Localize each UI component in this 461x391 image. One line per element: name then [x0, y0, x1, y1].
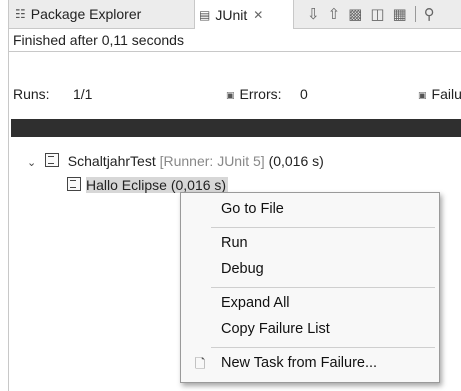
chevron-down-icon[interactable]: ⌄	[27, 152, 41, 174]
root-runner: [Runner: JUnit 5]	[159, 153, 265, 169]
menu-separator	[211, 227, 435, 228]
divider	[9, 51, 461, 52]
view-toolbar: ⇩ ⇧ ▩ ◫ ▦ ⚲	[307, 0, 435, 28]
failures-label: Failu	[431, 86, 461, 102]
child-name: Hallo Eclipse (0,016 s)	[86, 177, 229, 193]
progress-bar	[11, 119, 461, 137]
menu-item-expand-all[interactable]: Expand All	[221, 295, 290, 311]
junit-icon: ▤	[199, 7, 211, 22]
next-failure-icon[interactable]: ⇩	[307, 5, 320, 23]
tab-junit-label: JUnit	[215, 6, 248, 23]
context-menu: Go to File Run Debug Expand All Copy Fai…	[180, 192, 440, 383]
junit-view: ☷ Package Explorer ▤ JUnit ✕ ⇩ ⇧ ▩ ◫ ▦ ⚲…	[8, 0, 461, 391]
tree-item-root[interactable]: ⌄ SchaltjahrTest [Runner: JUnit 5] (0,01…	[27, 150, 324, 172]
menu-item-run[interactable]: Run	[221, 235, 248, 251]
failures-icon: ▣	[418, 90, 427, 101]
menu-item-copy-failure-list[interactable]: Copy Failure List	[221, 321, 330, 337]
tab-package-explorer[interactable]: ☷ Package Explorer	[15, 0, 141, 28]
menu-item-new-task-from-failure[interactable]: New Task from Failure...	[221, 355, 377, 371]
menu-separator	[211, 287, 435, 288]
runs-label: Runs:	[13, 86, 50, 102]
history-icon[interactable]: ◫	[370, 5, 384, 23]
menu-item-debug[interactable]: Debug	[221, 261, 264, 277]
counters-panel: Runs: 1/1 ▣ Errors: 0 ▣ Failu	[13, 84, 461, 104]
errors-value: 0	[300, 86, 308, 102]
tab-package-explorer-label: Package Explorer	[30, 6, 142, 22]
runs-value: 1/1	[73, 86, 93, 102]
close-icon[interactable]: ✕	[253, 8, 263, 22]
toolbar-separator	[414, 6, 416, 22]
tab-junit[interactable]: ▤ JUnit ✕	[194, 0, 294, 29]
menu-separator	[211, 347, 435, 348]
root-name: SchaltjahrTest	[67, 153, 156, 169]
test-case-icon	[67, 177, 81, 191]
errors-label: Errors:	[239, 86, 282, 102]
previous-failure-icon[interactable]: ⇧	[328, 5, 341, 23]
layout-icon[interactable]: ▦	[393, 5, 407, 23]
root-time: (0,016 s)	[268, 153, 324, 169]
relaunch-icon[interactable]: ▩	[348, 5, 362, 23]
new-task-icon: 🗋	[195, 356, 206, 371]
search-icon[interactable]: ⚲	[424, 5, 435, 23]
status-text: Finished after 0,11 seconds	[13, 32, 184, 48]
package-explorer-icon: ☷	[15, 7, 26, 21]
tab-bar: ☷ Package Explorer ▤ JUnit ✕ ⇩ ⇧ ▩ ◫ ▦ ⚲	[9, 0, 461, 29]
errors-group: ▣ Errors:	[226, 84, 282, 105]
test-suite-icon	[44, 153, 59, 167]
menu-item-go-to-file[interactable]: Go to File	[221, 201, 284, 217]
errors-icon: ▣	[226, 90, 235, 101]
failures-group: ▣ Failu	[418, 84, 461, 105]
